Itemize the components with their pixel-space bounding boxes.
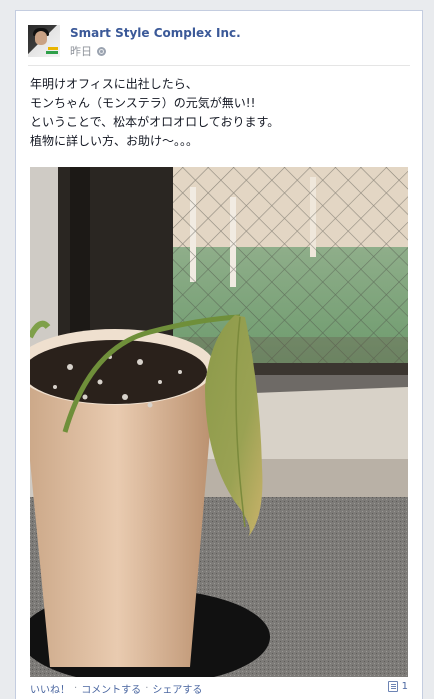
comment-count[interactable]: 1 xyxy=(387,681,408,692)
post-text: 年明けオフィスに出社したら、 モンちゃん（モンステラ）の元気が無い!! というこ… xyxy=(30,75,412,151)
author-name[interactable]: Smart Style Complex Inc. xyxy=(70,26,241,40)
post-actions: いいね！ · コメントする · シェアする 1 xyxy=(30,677,412,699)
divider xyxy=(28,65,410,66)
globe-icon[interactable] xyxy=(97,46,106,56)
comment-count-value: 1 xyxy=(401,681,408,692)
plant-photo-illustration xyxy=(30,167,408,677)
post-text-line: 植物に詳しい方、お助け〜。。。 xyxy=(30,134,199,148)
post-meta: 昨日 xyxy=(70,43,106,59)
post-text-line: モンちゃん（モンステラ）の元気が無い!! xyxy=(30,96,256,110)
post-text-line: 年明けオフィスに出社したら、 xyxy=(30,77,198,91)
like-link[interactable]: いいね！ xyxy=(30,681,70,696)
separator: · xyxy=(74,682,78,694)
share-link[interactable]: シェアする xyxy=(152,681,202,696)
post-card: Smart Style Complex Inc. 昨日 年明けオフィスに出社した… xyxy=(15,10,423,699)
timestamp[interactable]: 昨日 xyxy=(70,43,92,59)
comment-link[interactable]: コメントする xyxy=(81,681,141,696)
post-text-line: ということで、松本がオロオロしております。 xyxy=(30,115,280,129)
avatar[interactable] xyxy=(28,25,60,57)
post-photo[interactable] xyxy=(30,167,408,677)
separator: · xyxy=(145,682,149,694)
comment-icon xyxy=(387,681,398,692)
post-header: Smart Style Complex Inc. 昨日 xyxy=(28,25,410,59)
